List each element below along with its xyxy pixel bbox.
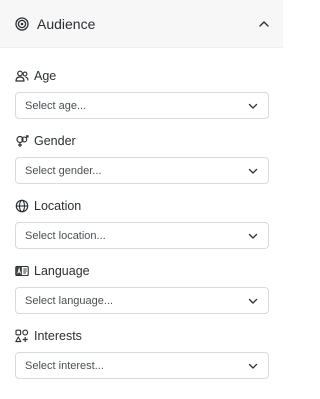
gender-label: Gender	[34, 134, 76, 148]
interests-field: Interests Select interest...	[15, 327, 269, 379]
chevron-down-icon	[247, 100, 259, 112]
section-title: Audience	[37, 15, 96, 32]
gender-select-placeholder: Select gender...	[25, 164, 102, 177]
location-field: Location Select location...	[15, 197, 269, 249]
chevron-down-icon	[247, 230, 259, 242]
language-select[interactable]: Select language...	[15, 287, 269, 314]
language-icon	[15, 264, 29, 278]
age-field: Age Select age...	[15, 67, 269, 119]
chevron-down-icon	[247, 295, 259, 307]
interests-select[interactable]: Select interest...	[15, 352, 269, 379]
gender-icon	[15, 134, 29, 148]
location-label-row: Location	[15, 197, 269, 215]
language-label: Language	[34, 264, 90, 278]
globe-icon	[15, 199, 29, 213]
location-select[interactable]: Select location...	[15, 222, 269, 249]
audience-panel: Audience Age Select age... Gender Select…	[0, 0, 283, 399]
language-field: Language Select language...	[15, 262, 269, 314]
gender-field: Gender Select gender...	[15, 132, 269, 184]
chevron-down-icon	[247, 165, 259, 177]
gender-select[interactable]: Select gender...	[15, 157, 269, 184]
age-label-row: Age	[15, 67, 269, 85]
language-select-placeholder: Select language...	[25, 294, 114, 307]
interests-icon	[15, 329, 29, 343]
age-select[interactable]: Select age...	[15, 92, 269, 119]
location-label: Location	[34, 199, 82, 213]
age-select-placeholder: Select age...	[25, 99, 87, 112]
audience-fields: Age Select age... Gender Select gender..…	[0, 48, 283, 379]
age-label: Age	[34, 69, 57, 83]
interests-select-placeholder: Select interest...	[25, 359, 104, 372]
users-icon	[15, 69, 29, 83]
gender-label-row: Gender	[15, 132, 269, 150]
language-label-row: Language	[15, 262, 269, 280]
location-select-placeholder: Select location...	[25, 229, 106, 242]
chevron-up-icon[interactable]	[257, 17, 271, 31]
target-icon	[15, 16, 29, 31]
audience-section-header[interactable]: Audience	[0, 0, 283, 48]
interests-label: Interests	[34, 329, 82, 343]
chevron-down-icon	[247, 360, 259, 372]
interests-label-row: Interests	[15, 327, 269, 345]
